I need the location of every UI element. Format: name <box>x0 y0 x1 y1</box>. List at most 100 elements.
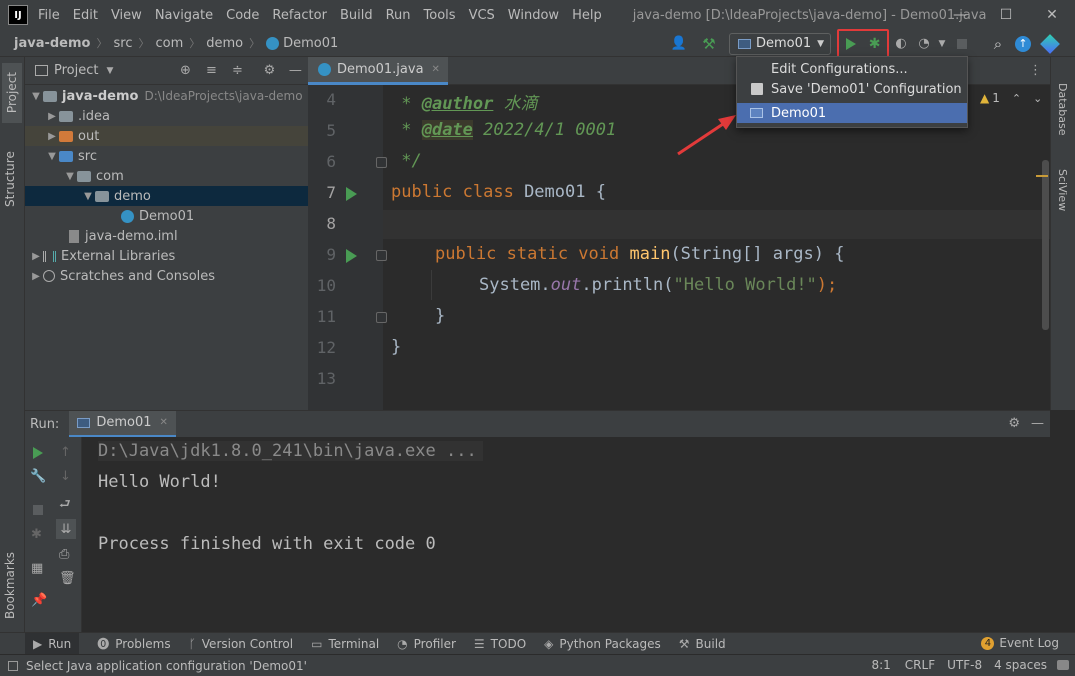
collapse-all-icon[interactable]: ≑ <box>227 63 247 78</box>
save-configuration-item[interactable]: Save 'Demo01' Configuration <box>737 79 967 99</box>
menu-view[interactable]: View <box>111 8 142 23</box>
build-hammer-icon[interactable]: ⚒ <box>693 35 725 53</box>
tree-item-idea[interactable]: ▶ .idea <box>25 106 308 126</box>
chevron-down-icon[interactable]: ▼ <box>29 91 43 102</box>
menu-tools[interactable]: Tools <box>424 8 456 23</box>
chevron-up-icon[interactable]: ⌃ <box>1012 92 1021 105</box>
more-icon[interactable]: ⋮ <box>1029 63 1042 78</box>
crumb-demo01[interactable]: Demo01 <box>283 36 338 51</box>
tool-tab-version-control[interactable]: ᚴ Version Control <box>189 637 294 651</box>
menu-code[interactable]: Code <box>226 8 259 23</box>
hide-icon[interactable]: — <box>1031 416 1044 431</box>
menu-navigate[interactable]: Navigate <box>155 8 213 23</box>
tree-item-external-libraries[interactable]: ▶ External Libraries <box>25 246 308 266</box>
locate-icon[interactable]: ⊕ <box>175 63 195 78</box>
menu-file[interactable]: File <box>38 8 60 23</box>
user-icon[interactable]: 👤 <box>665 36 693 51</box>
gear-icon[interactable]: ⚙ <box>1008 416 1020 431</box>
file-encoding[interactable]: UTF-8 <box>947 658 982 672</box>
editor-scrollbar[interactable] <box>1042 160 1049 330</box>
print-icon[interactable]: ⎙ <box>59 547 69 562</box>
tool-tab-python-packages[interactable]: ◈ Python Packages <box>544 637 661 651</box>
tool-tab-build[interactable]: ⚒ Build <box>679 637 726 651</box>
down-arrow-icon[interactable]: ↓ <box>60 469 71 484</box>
run-config-select[interactable]: Demo01 ▼ <box>729 32 831 55</box>
event-log[interactable]: 4 Event Log <box>981 636 1059 650</box>
maximize-icon[interactable]: ☐ <box>983 0 1029 30</box>
menu-vcs[interactable]: VCS <box>469 8 495 23</box>
tree-item-scratches[interactable]: ▶ Scratches and Consoles <box>25 266 308 286</box>
chevron-down-icon[interactable]: ▼ <box>106 66 113 76</box>
edit-configurations-item[interactable]: Edit Configurations... <box>737 59 967 79</box>
run-gutter-icon[interactable] <box>346 249 357 263</box>
tool-tab-todo[interactable]: ☰ TODO <box>474 637 526 651</box>
hide-icon[interactable]: — <box>285 63 305 78</box>
update-icon[interactable]: ↑ <box>1015 35 1031 52</box>
wrench-icon[interactable]: 🔧 <box>30 469 46 484</box>
layout-icon[interactable]: ▦ <box>31 561 43 576</box>
inspection-widget[interactable]: ▲ 1 ⌃ ⌄ <box>980 91 1042 105</box>
close-icon[interactable]: ✕ <box>1029 0 1075 30</box>
scroll-to-end-icon[interactable]: ⇊ <box>56 519 76 539</box>
tree-item-iml[interactable]: java-demo.iml <box>25 226 308 246</box>
chevron-down-icon[interactable]: ▼ <box>45 151 59 162</box>
jetbrains-toolbox-icon[interactable] <box>1040 33 1060 54</box>
stop-icon[interactable] <box>33 505 43 515</box>
chevron-down-icon[interactable]: ⌄ <box>1033 92 1042 105</box>
trash-icon[interactable]: 🗑 <box>59 571 76 586</box>
menu-run[interactable]: Run <box>386 8 411 23</box>
stop-icon[interactable] <box>957 38 967 49</box>
minimize-icon[interactable]: — <box>937 0 983 30</box>
tree-item-demo[interactable]: ▼ demo <box>25 186 308 206</box>
tool-window-project[interactable]: Project <box>2 63 22 123</box>
tool-window-bookmarks[interactable]: Bookmarks <box>3 539 17 619</box>
indent-setting[interactable]: 4 spaces <box>994 658 1047 672</box>
crumb-src[interactable]: src <box>113 36 132 51</box>
tool-tab-problems[interactable]: ⓿ Problems <box>97 635 170 652</box>
status-toggle-icon[interactable] <box>8 660 18 671</box>
menu-help[interactable]: Help <box>572 8 602 23</box>
tool-tab-run[interactable]: ▶ Run <box>25 632 80 655</box>
menu-refactor[interactable]: Refactor <box>272 8 327 23</box>
fold-icon[interactable] <box>376 250 387 261</box>
caret-position[interactable]: 8:1 <box>871 658 890 672</box>
search-icon[interactable]: ⌕ <box>983 35 1013 53</box>
menu-edit[interactable]: Edit <box>73 8 98 23</box>
gear-icon[interactable]: ⚙ <box>259 63 279 78</box>
fold-icon[interactable] <box>376 157 387 168</box>
config-demo01-item[interactable]: Demo01 <box>737 103 967 123</box>
pin-icon[interactable]: 📌 <box>31 593 47 608</box>
soft-wrap-icon[interactable]: ⮐ <box>59 495 71 517</box>
chevron-right-icon[interactable]: ▶ <box>29 271 43 282</box>
line-separator[interactable]: CRLF <box>905 658 935 672</box>
chevron-down-icon[interactable]: ▼ <box>63 171 77 182</box>
close-icon[interactable]: ✕ <box>432 64 440 75</box>
project-view-selector[interactable]: Project <box>54 63 98 78</box>
tree-item-root[interactable]: ▼ java-demo D:\IdeaProjects\java-demo <box>25 86 308 106</box>
run-tab-demo01[interactable]: Demo01 ✕ <box>69 410 176 438</box>
tool-tab-terminal[interactable]: ▭ Terminal <box>311 637 379 651</box>
run-gutter-icon[interactable] <box>346 187 357 201</box>
up-arrow-icon[interactable]: ↑ <box>60 445 71 460</box>
rerun-icon[interactable] <box>33 447 43 459</box>
profiler-icon[interactable]: ◔ <box>913 36 935 51</box>
lock-icon[interactable] <box>1057 660 1069 670</box>
crumb-demo[interactable]: demo <box>206 36 243 51</box>
debug-icon[interactable]: ✱ <box>869 36 881 52</box>
tool-window-sciview[interactable]: SciView <box>1056 169 1069 215</box>
run-icon[interactable] <box>845 37 856 50</box>
coverage-icon[interactable]: ◐ <box>889 36 913 51</box>
console-output[interactable]: D:\Java\jdk1.8.0_241\bin\java.exe ... He… <box>82 437 1050 632</box>
tree-item-demo01[interactable]: Demo01 <box>25 206 308 226</box>
tree-item-com[interactable]: ▼ com <box>25 166 308 186</box>
chevron-down-icon[interactable]: ▼ <box>81 191 95 202</box>
close-icon[interactable]: ✕ <box>159 417 167 428</box>
chevron-right-icon[interactable]: ▶ <box>45 111 59 122</box>
tool-window-database[interactable]: Database <box>1056 83 1069 140</box>
debug-gray-icon[interactable]: ✱ <box>31 527 42 542</box>
menu-window[interactable]: Window <box>508 8 559 23</box>
tool-window-structure[interactable]: Structure <box>3 137 17 207</box>
chevron-right-icon[interactable]: ▶ <box>45 131 59 142</box>
expand-all-icon[interactable]: ≡ <box>201 63 221 78</box>
editor-tab-demo01[interactable]: Demo01.java ✕ <box>308 56 448 85</box>
